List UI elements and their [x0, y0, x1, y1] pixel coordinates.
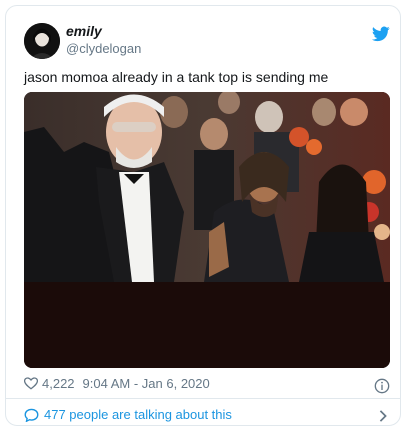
user-handle[interactable]: @clydelogan	[66, 41, 141, 56]
tweet-card[interactable]: emily @clydelogan jason momoa already in…	[5, 5, 401, 426]
tweet-text: jason momoa already in a tank top is sen…	[24, 69, 329, 85]
tweet-meta: 4,222 9:04 AM - Jan 6, 2020	[24, 376, 210, 391]
tweet-timestamp[interactable]: 9:04 AM - Jan 6, 2020	[83, 376, 210, 391]
display-name[interactable]: emily	[66, 23, 102, 39]
conversation-text[interactable]: 477 people are talking about this	[44, 407, 232, 422]
avatar[interactable]	[24, 23, 60, 59]
chevron-right-icon[interactable]	[378, 410, 388, 422]
divider	[6, 398, 400, 399]
heart-icon[interactable]	[24, 377, 38, 390]
speech-bubble-icon	[24, 408, 39, 422]
conversation-link[interactable]: 477 people are talking about this	[24, 407, 232, 422]
info-icon[interactable]	[374, 378, 390, 394]
like-count[interactable]: 4,222	[42, 376, 75, 391]
tweet-media-video[interactable]	[24, 92, 390, 368]
video-still-image	[24, 92, 390, 368]
twitter-bird-icon[interactable]	[372, 26, 390, 42]
